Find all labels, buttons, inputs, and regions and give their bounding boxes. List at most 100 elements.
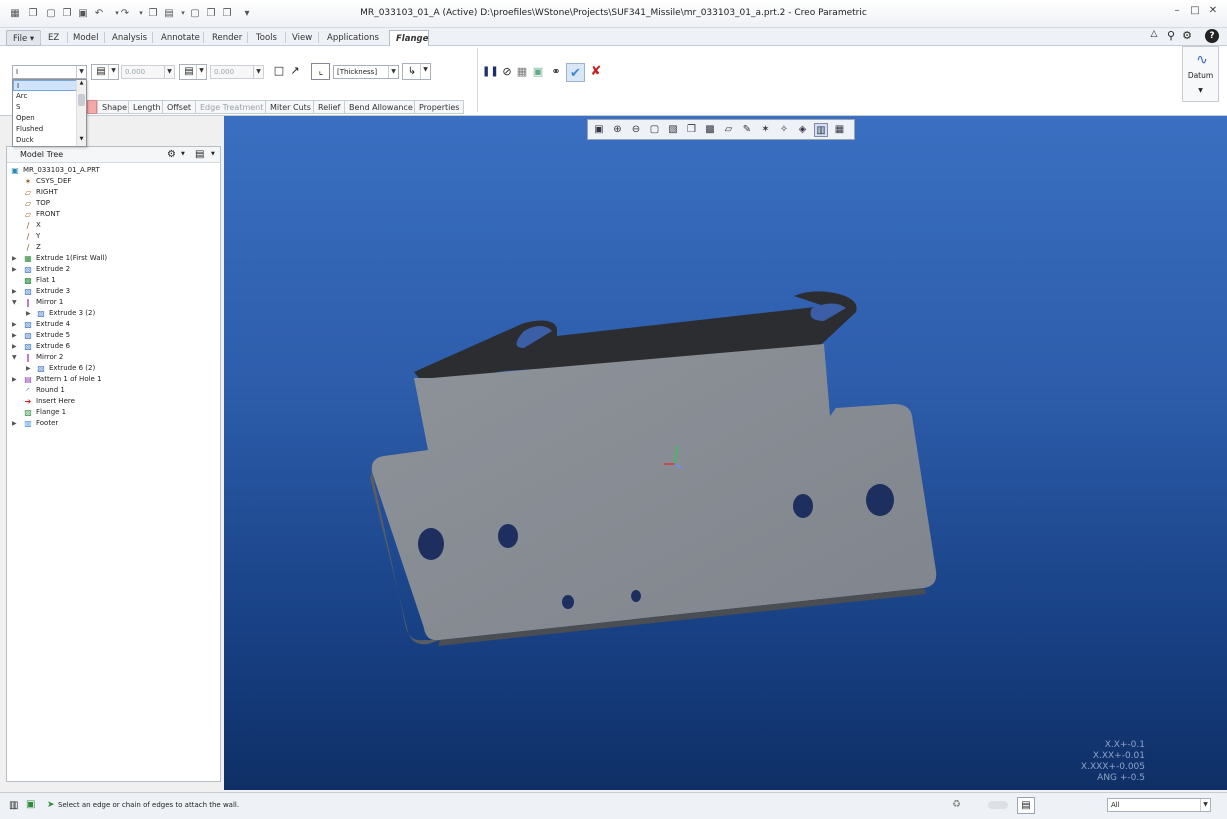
dropdown-option-s[interactable]: S (13, 102, 77, 113)
tab-annotate[interactable]: Annotate (155, 30, 206, 46)
selection-filter-icon[interactable]: ▤ (1017, 797, 1035, 814)
no-preview-icon[interactable]: ⊘ (499, 64, 515, 80)
subtab-relief[interactable]: Relief (313, 100, 346, 114)
chevron-down-icon[interactable]: ▼ (77, 136, 86, 144)
offset-input[interactable]: 0.000 ▼ (210, 65, 264, 79)
offset-type-select[interactable]: ▤ ▼ (179, 64, 207, 80)
tab-ribbon-minimize-icon[interactable]: △ (1147, 29, 1161, 43)
tree-item[interactable]: ▱ FRONT (23, 209, 60, 220)
dropdown-scrollbar[interactable]: ▲ ▼ (76, 80, 86, 146)
subtab-bend-allowance[interactable]: Bend Allowance (344, 100, 418, 114)
subtab-shape[interactable]: Shape (97, 100, 133, 114)
scrollbar-thumb[interactable] (78, 94, 85, 106)
tree-item[interactable]: ▨ Flange 1 (23, 407, 66, 418)
expand-arrow-icon[interactable]: ▶ (12, 374, 17, 385)
tree-item[interactable]: ▧ Extrude 2 (23, 264, 70, 275)
tree-item[interactable]: ▦ Extrude 1(First Wall) (23, 253, 107, 264)
expand-arrow-icon[interactable]: ▶ (12, 330, 17, 341)
close-window-button[interactable]: ✕ (1204, 5, 1222, 21)
tree-item[interactable]: ▧ Extrude 6 (2) (36, 363, 95, 374)
tree-item[interactable]: ‖ Mirror 1 (23, 297, 63, 308)
expand-arrow-icon[interactable]: ▶ (26, 308, 31, 319)
restore-button[interactable]: □ (1186, 5, 1204, 21)
tab-view[interactable]: View (286, 30, 318, 46)
navigator-icon[interactable]: ▣ (26, 799, 35, 810)
expand-arrow-icon[interactable]: ▶ (12, 341, 17, 352)
settings-icon[interactable]: ⚙ (1180, 29, 1194, 43)
tree-filter-icon[interactable]: ⚙ (167, 149, 176, 160)
preview-icon[interactable]: ▦ (514, 64, 530, 80)
dropdown-option-duck[interactable]: Duck (13, 135, 77, 146)
subtab-offset[interactable]: Offset (162, 100, 197, 114)
tree-item[interactable]: ▱ TOP (23, 198, 50, 209)
thickness-select[interactable]: [Thickness] ▼ (333, 65, 399, 79)
subtab-length[interactable]: Length (128, 100, 166, 114)
tree-item[interactable]: ◜ Round 1 (23, 385, 64, 396)
tree-item[interactable]: ▤ Pattern 1 of Hole 1 (23, 374, 101, 385)
expand-arrow-icon[interactable]: ▶ (12, 319, 17, 330)
tab-file[interactable]: File ▾ (6, 30, 42, 46)
tree-settings-icon[interactable]: ▤ (195, 149, 204, 160)
tree-item[interactable]: ∕ Y (23, 231, 41, 242)
length-type-select[interactable]: ▤ ▼ (91, 64, 119, 80)
tree-item[interactable]: ∕ Z (23, 242, 41, 253)
dropdown-option-flushed[interactable]: Flushed (13, 124, 77, 135)
minimize-button[interactable]: – (1168, 5, 1186, 21)
cancel-x-icon[interactable]: ✘ (588, 64, 604, 80)
subtab-edge-treatment[interactable]: Edge Treatment (195, 100, 269, 114)
tree-item[interactable]: ▣ MR_033103_01_A.PRT (10, 165, 100, 176)
tab-applications[interactable]: Applications (321, 30, 385, 46)
radius-dimension-select[interactable]: ↳ ▼ (402, 63, 431, 80)
chevron-up-icon[interactable]: ▲ (77, 80, 86, 88)
tree-item[interactable]: ▧ Extrude 3 (23, 286, 70, 297)
accept-checkmark-icon[interactable]: ✔ (566, 63, 585, 82)
length-input[interactable]: 0.000 ▼ (121, 65, 175, 79)
regenerate-icon[interactable]: ♻ (952, 799, 961, 810)
chevron-down-icon[interactable]: ▼ (211, 151, 215, 157)
tree-item[interactable]: ▧ Extrude 5 (23, 330, 70, 341)
expand-arrow-icon[interactable]: ▶ (12, 286, 17, 297)
tab-flange[interactable]: Flange (389, 30, 429, 47)
tree-item[interactable]: ➔ Insert Here (23, 396, 75, 407)
dropdown-option-arc[interactable]: Arc (13, 91, 77, 102)
tab-analysis[interactable]: Analysis (106, 30, 153, 46)
tab-tools[interactable]: Tools (250, 30, 283, 46)
tree-toggle-icon[interactable]: ▥ (9, 800, 18, 811)
tree-item[interactable]: ▧ Extrude 3 (2) (36, 308, 95, 319)
flip-direction-icon[interactable]: ↗ (287, 63, 303, 79)
dropdown-option-open[interactable]: Open (13, 113, 77, 124)
tree-item[interactable]: ▩ Flat 1 (23, 275, 55, 286)
tab-render[interactable]: Render (206, 30, 248, 46)
expand-arrow-icon[interactable]: ▶ (12, 418, 17, 429)
chevron-down-icon[interactable]: ▼ (181, 151, 185, 157)
tree-item[interactable]: ▧ Extrude 6 (23, 341, 70, 352)
pause-icon[interactable]: ❚❚ (482, 64, 499, 80)
graphics-window[interactable]: ▣ ⊕ ⊖ ▢ ▧ ❐ ▩ ▱ ✎ ✶ ✧ ◈ ▥ ▦ X.X+-0.1 X.XX+-0.01 (224, 116, 1227, 790)
collapse-arrow-icon[interactable]: ▼ (12, 352, 17, 363)
tree-item[interactable]: ▧ Extrude 4 (23, 319, 70, 330)
subtab-properties[interactable]: Properties (414, 100, 465, 114)
tab-model[interactable]: Model (67, 30, 105, 46)
tree-item[interactable]: ∕ X (23, 220, 41, 231)
tree-item[interactable]: ▱ RIGHT (23, 187, 58, 198)
datum-group[interactable]: ∿ Datum ▼ (1182, 46, 1219, 102)
bend-radius-toggle[interactable]: ⌞ (311, 63, 330, 80)
wall-shape-dropdown-list[interactable]: I Arc S Open Flushed Duck ▲ ▼ (12, 79, 87, 147)
glasses-icon[interactable]: ⚭ (548, 64, 564, 80)
expand-arrow-icon[interactable]: ▶ (12, 253, 17, 264)
subtab-miter-cuts[interactable]: Miter Cuts (265, 100, 316, 114)
wall-shape-select[interactable]: I ▼ (12, 65, 87, 79)
tree-item[interactable]: ▥ Footer (23, 418, 58, 429)
bend-inside-icon[interactable]: □ (271, 63, 287, 79)
help-icon[interactable]: ? (1205, 29, 1219, 43)
expand-arrow-icon[interactable]: ▶ (12, 264, 17, 275)
selection-filter-select[interactable]: All ▼ (1107, 798, 1211, 812)
placement-tab-indicator[interactable] (87, 100, 97, 114)
verify-icon[interactable]: ▣ (530, 64, 546, 80)
tab-ez[interactable]: EZ (42, 30, 65, 46)
tree-item[interactable]: ✶ CSYS_DEF (23, 176, 72, 187)
tree-item[interactable]: ‖ Mirror 2 (23, 352, 63, 363)
collapse-arrow-icon[interactable]: ▼ (12, 297, 17, 308)
search-icon[interactable]: ⚲ (1164, 29, 1178, 43)
expand-arrow-icon[interactable]: ▶ (26, 363, 31, 374)
